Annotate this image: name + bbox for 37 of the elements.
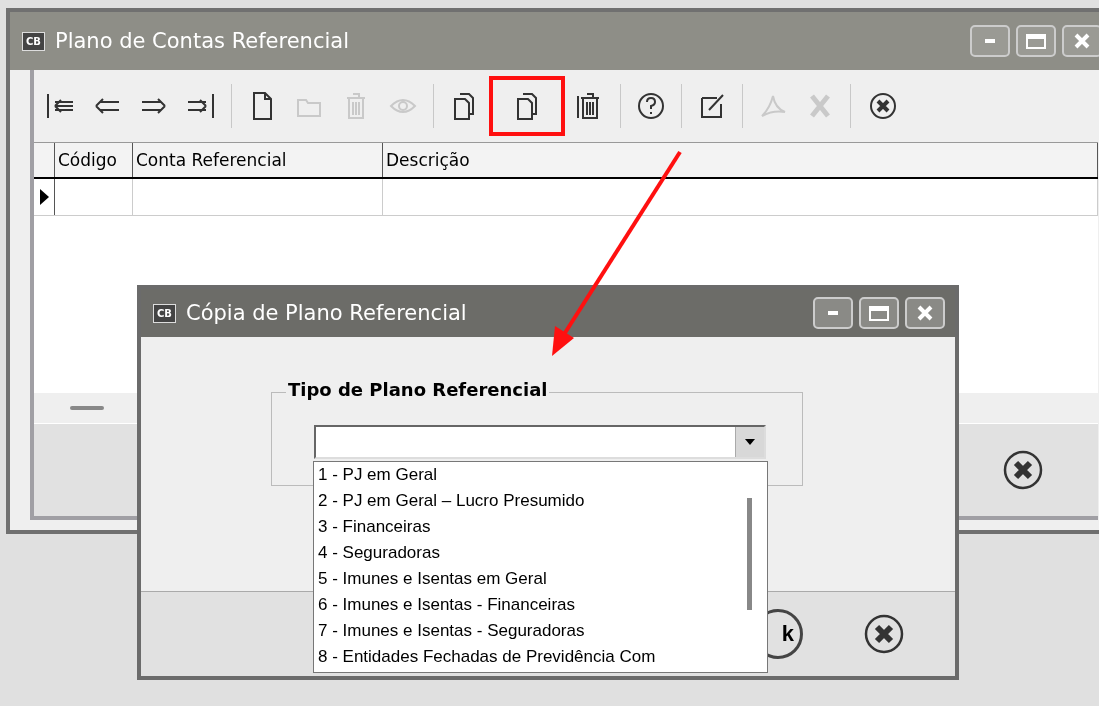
maximize-button[interactable] bbox=[859, 297, 899, 329]
dropdown-option[interactable]: 6 - Imunes e Isentas - Financeiras bbox=[318, 592, 735, 618]
maximize-icon bbox=[869, 305, 889, 321]
maximize-icon bbox=[1026, 33, 1046, 49]
minimize-button[interactable] bbox=[813, 297, 853, 329]
scrollbar-thumb[interactable] bbox=[747, 498, 752, 610]
dropdown-option[interactable]: 3 - Financeiras bbox=[318, 514, 735, 540]
minimize-button[interactable] bbox=[970, 25, 1010, 57]
dropdown-option[interactable]: 8 - Entidades Fechadas de Previdência Com bbox=[318, 644, 735, 670]
cancel-icon bbox=[864, 614, 904, 654]
column-header[interactable]: Descrição bbox=[383, 143, 1098, 177]
close-icon bbox=[917, 305, 933, 321]
row-indicator-icon bbox=[38, 187, 50, 207]
caret-icon bbox=[743, 437, 757, 447]
scroll-handle[interactable] bbox=[70, 406, 104, 410]
toolbar-copy-button[interactable] bbox=[489, 76, 565, 136]
maximize-button[interactable] bbox=[1016, 25, 1056, 57]
dropdown-option[interactable]: 4 - Seguradoras bbox=[318, 540, 735, 566]
dropdown-option[interactable]: 1 - PJ em Geral bbox=[318, 462, 735, 488]
cancel-icon bbox=[1003, 450, 1043, 490]
window-title: Plano de Contas Referencial bbox=[54, 29, 350, 53]
minimize-icon bbox=[828, 311, 838, 315]
dropdown-option[interactable]: 5 - Imunes e Isentas em Geral bbox=[318, 566, 735, 592]
app-logo: CB bbox=[153, 303, 176, 323]
close-button[interactable] bbox=[1062, 25, 1099, 57]
close-icon bbox=[1074, 33, 1090, 49]
close-button[interactable] bbox=[905, 297, 945, 329]
column-header[interactable]: Código bbox=[55, 143, 133, 177]
column-header[interactable]: Conta Referencial bbox=[133, 143, 383, 177]
help-icon bbox=[636, 90, 666, 122]
minimize-icon bbox=[985, 39, 995, 43]
dropdown-option[interactable]: 2 - PJ em Geral – Lucro Presumido bbox=[318, 488, 735, 514]
group-title: Tipo de Plano Referencial bbox=[286, 379, 550, 400]
dropdown-field[interactable] bbox=[314, 425, 766, 459]
dropdown-option[interactable]: 7 - Imunes e Isentas - Seguradoras bbox=[318, 618, 735, 644]
app-logo: CB bbox=[22, 31, 45, 51]
dialog-title: Cópia de Plano Referencial bbox=[185, 301, 468, 325]
